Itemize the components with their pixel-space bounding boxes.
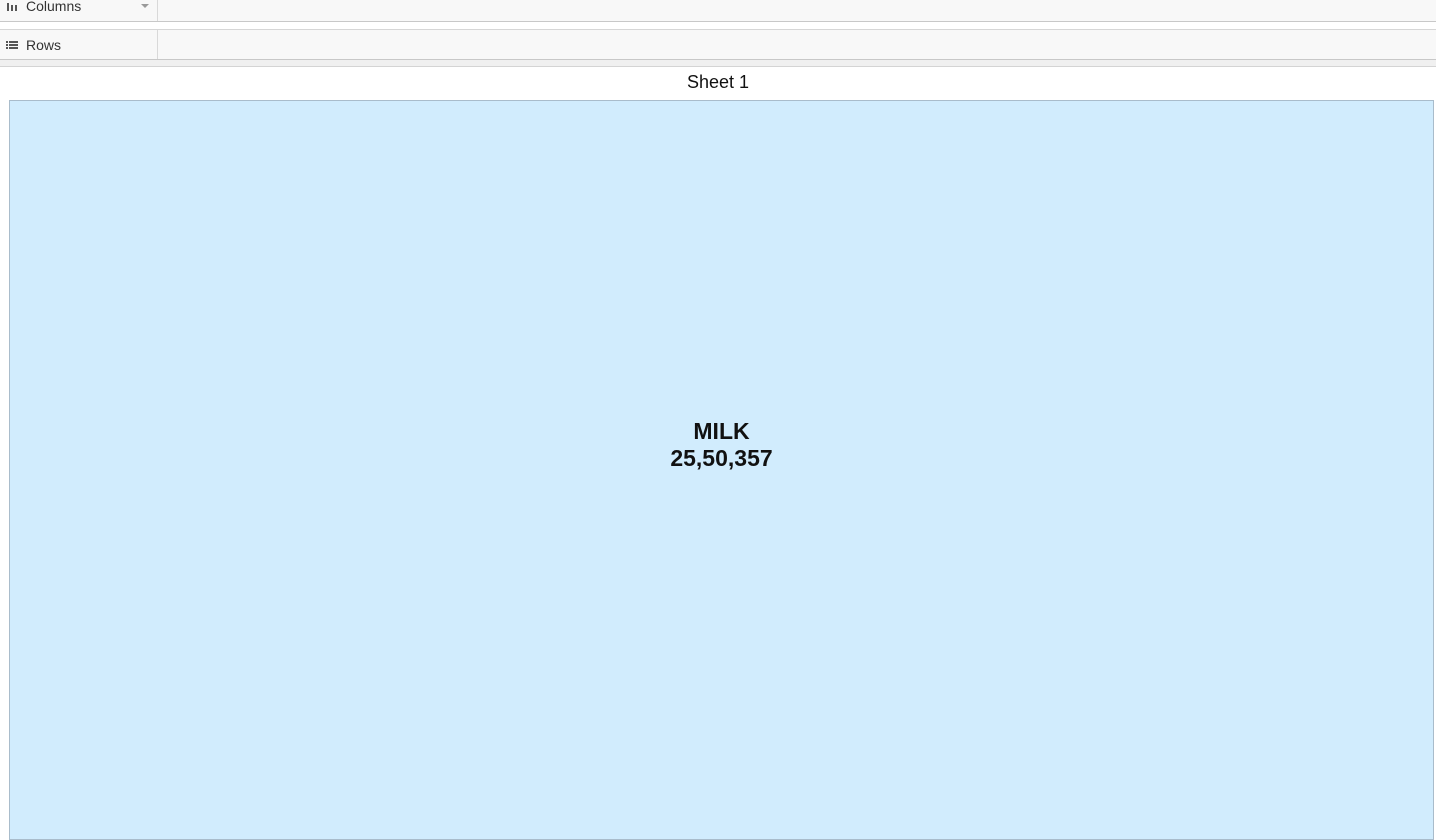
rows-shelf-label: Rows <box>26 36 62 53</box>
columns-icon <box>0 0 26 14</box>
rows-icon <box>0 30 26 59</box>
columns-drop-zone[interactable] <box>158 0 1436 21</box>
columns-shelf-label: Columns <box>26 0 82 14</box>
chevron-down-icon[interactable] <box>141 4 149 8</box>
mark-value-label: 25,50,357 <box>670 445 773 471</box>
rows-shelf-header[interactable]: Rows <box>0 30 158 59</box>
mark-category-label: MILK <box>693 418 750 444</box>
treemap-mark-milk[interactable]: MILK 25,50,357 <box>10 101 1433 839</box>
treemap-view: MILK 25,50,357 <box>9 100 1434 840</box>
rows-drop-zone[interactable] <box>158 30 1436 59</box>
sheet-title: Sheet 1 <box>686 72 750 92</box>
shelf-divider <box>0 60 1436 67</box>
columns-shelf-header[interactable]: Columns <box>0 0 158 21</box>
columns-shelf: Columns <box>0 0 1436 22</box>
rows-shelf: Rows <box>0 29 1436 60</box>
